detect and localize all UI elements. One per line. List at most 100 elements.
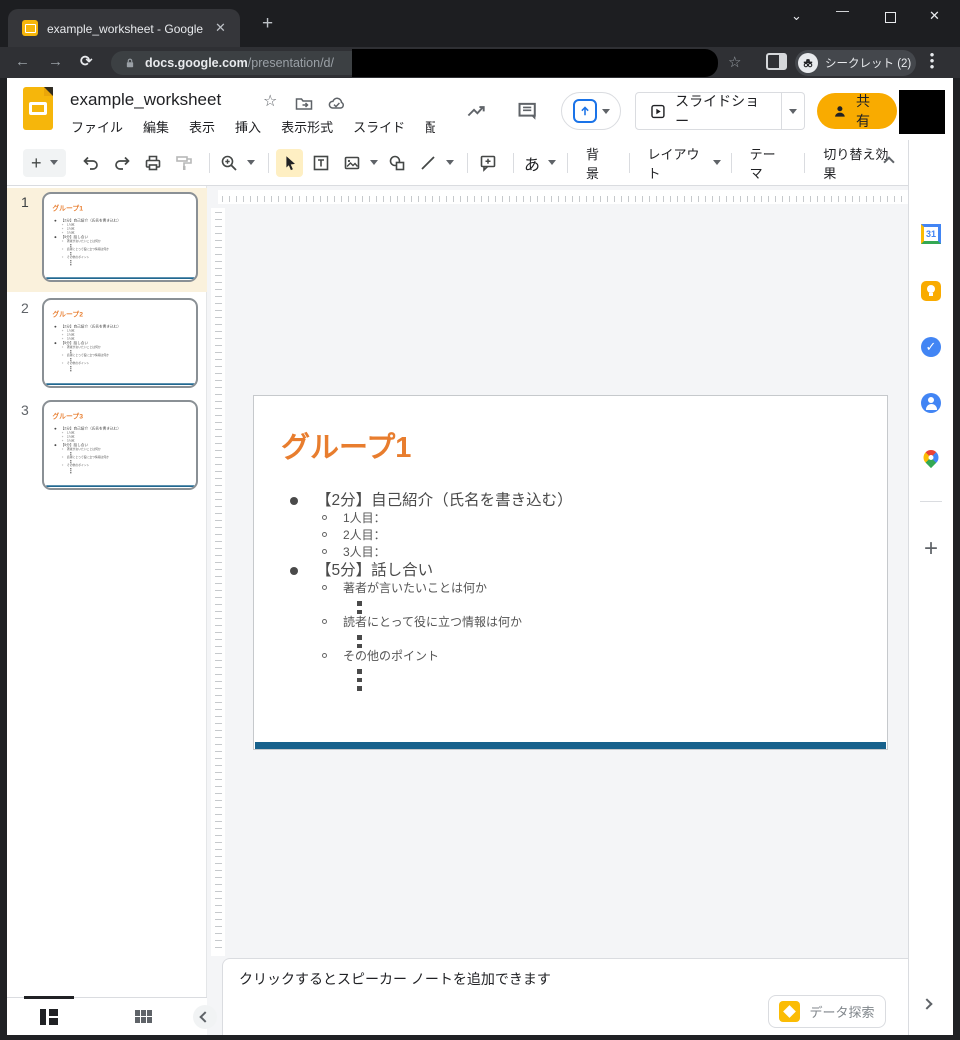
new-slide-caret-icon[interactable] (50, 160, 58, 165)
slide-thumbnail-3[interactable]: 3グループ3【2分】自己紹介（氏名を書き込む）1人目：2人目：3人目：【5分】話… (7, 396, 207, 500)
side-panel-rail: 31 ✓ + (908, 140, 953, 1035)
bookmark-star-icon[interactable]: ☆ (728, 53, 741, 71)
slide-thumbnail-2[interactable]: 2グループ2【2分】自己紹介（氏名を書き込む）1人目：2人目：3人目：【5分】話… (7, 294, 207, 398)
thumbnail-preview[interactable]: グループ2【2分】自己紹介（氏名を書き込む）1人目：2人目：3人目：【5分】話し… (42, 298, 198, 388)
active-view-indicator (24, 996, 74, 999)
incognito-icon (798, 53, 818, 73)
slide-canvas: グループ1 【2分】自己紹介（氏名を書き込む）1人目：2人目：3人目：【5分】話… (207, 186, 908, 1035)
menu-item[interactable]: ファイル (71, 117, 123, 136)
header-actions: スライドショー 共有 (435, 86, 897, 136)
text-format-tool[interactable]: あ (521, 149, 543, 177)
image-caret-icon[interactable] (370, 160, 378, 165)
insert-line-button[interactable] (415, 149, 441, 177)
present-to-meet-button[interactable] (561, 92, 621, 130)
forward-icon[interactable]: → (48, 53, 63, 70)
redo-button[interactable] (109, 149, 135, 177)
tab-search-chevron-icon[interactable]: ⌄ (791, 8, 802, 24)
line-caret-icon[interactable] (446, 160, 454, 165)
slides-app: example_worksheet ☆ ファイル編集表示挿入表示形式スライド配置 (7, 78, 953, 1035)
get-addons-button[interactable]: + (924, 535, 938, 563)
grid-view-icon[interactable] (135, 1010, 152, 1023)
slideshow-button[interactable]: スライドショー (635, 92, 781, 130)
window-minimize-button[interactable]: — (836, 3, 849, 18)
undo-button[interactable] (78, 149, 104, 177)
tasks-icon[interactable]: ✓ (921, 337, 941, 357)
url-host: docs.google.com (145, 56, 248, 70)
present-dropdown-caret-icon[interactable] (602, 109, 610, 114)
plus-icon: + (31, 156, 42, 170)
bullet-item (254, 597, 859, 606)
explore-icon (779, 1001, 800, 1022)
bullet-item: 【2分】自己紹介（氏名を書き込む） (254, 491, 859, 510)
tab-title: example_worksheet - Google スラ (47, 20, 207, 37)
insert-shape-button[interactable] (384, 149, 410, 177)
cloud-saved-icon[interactable] (326, 94, 347, 114)
browser-tab-strip: example_worksheet - Google スラ ✕ + ⌄ — ✕ (0, 0, 960, 47)
window-close-button[interactable]: ✕ (929, 8, 940, 24)
menu-bar: ファイル編集表示挿入表示形式スライド配置 (7, 117, 453, 136)
url-redaction-block (352, 49, 718, 77)
contacts-icon[interactable] (921, 393, 941, 413)
layout-button[interactable]: レイアウト (636, 144, 712, 182)
menu-item[interactable]: 表示形式 (281, 117, 333, 136)
expand-panel-icon[interactable] (921, 998, 932, 1009)
filmstrip-panel: 1グループ1【2分】自己紹介（氏名を書き込む）1人目：2人目：3人目：【5分】話… (7, 186, 207, 997)
reload-icon[interactable]: ⟳ (80, 52, 93, 70)
move-folder-icon[interactable] (294, 94, 314, 114)
layout-caret-icon[interactable] (713, 160, 721, 165)
speaker-notes-placeholder[interactable]: クリックするとスピーカー ノートを追加できます (239, 969, 551, 989)
bullet-item (46, 369, 189, 371)
incognito-label: シークレット (2) (825, 55, 911, 71)
background-button[interactable]: 背景 (575, 144, 622, 182)
activity-trend-icon[interactable] (465, 99, 488, 123)
thumbnail-preview[interactable]: グループ1【2分】自己紹介（氏名を書き込む）1人目：2人目：3人目：【5分】話し… (42, 192, 198, 282)
slideshow-dropdown-button[interactable] (782, 92, 806, 130)
calendar-icon[interactable]: 31 (921, 224, 941, 244)
thumbnail-preview[interactable]: グループ3【2分】自己紹介（氏名を書き込む）1人目：2人目：3人目：【5分】話し… (42, 400, 198, 490)
select-tool-button[interactable] (276, 149, 303, 177)
theme-button[interactable]: テーマ (739, 144, 798, 182)
menu-item[interactable]: 編集 (143, 117, 169, 136)
slide-bullets[interactable]: 【2分】自己紹介（氏名を書き込む）1人目：2人目：3人目：【5分】話し合い著者が… (254, 491, 859, 691)
window-maximize-button[interactable] (885, 12, 896, 23)
slide-accent-bar (255, 742, 886, 749)
zoom-caret-icon[interactable] (247, 160, 255, 165)
keep-icon[interactable] (921, 281, 941, 301)
insert-image-button[interactable] (339, 149, 365, 177)
new-slide-button[interactable]: + (23, 149, 66, 177)
browser-tab[interactable]: example_worksheet - Google スラ ✕ (8, 9, 240, 47)
explore-button[interactable]: データ探索 (768, 995, 886, 1028)
incognito-badge[interactable]: シークレット (2) (795, 50, 916, 76)
bullet-item (254, 606, 859, 615)
text-format-caret-icon[interactable] (548, 160, 556, 165)
filmstrip-view-icon[interactable] (40, 1009, 58, 1025)
menu-item[interactable]: 表示 (189, 117, 215, 136)
collapse-filmstrip-button[interactable] (193, 1005, 217, 1029)
menu-item[interactable]: スライド (353, 117, 405, 136)
star-document-icon[interactable]: ☆ (263, 91, 277, 111)
side-panel-icon[interactable] (766, 53, 787, 70)
share-person-icon (832, 103, 848, 120)
comment-history-icon[interactable] (516, 99, 539, 124)
bullet-item (254, 682, 859, 691)
insert-comment-button[interactable] (475, 149, 501, 177)
share-button[interactable]: 共有 (817, 93, 897, 129)
account-avatar[interactable] (899, 90, 945, 134)
document-title[interactable]: example_worksheet (70, 90, 221, 110)
toolbar: + (7, 140, 908, 186)
print-button[interactable] (140, 149, 166, 177)
maps-icon[interactable] (920, 447, 941, 468)
slide-thumbnail-1[interactable]: 1グループ1【2分】自己紹介（氏名を書き込む）1人目：2人目：3人目：【5分】話… (7, 188, 207, 292)
slide-title[interactable]: グループ1 (281, 424, 411, 466)
new-tab-button[interactable]: + (262, 16, 273, 32)
text-box-button[interactable] (308, 149, 334, 177)
back-icon[interactable]: ← (15, 53, 30, 70)
bullet-item (46, 263, 189, 265)
browser-menu-icon[interactable]: ••• (929, 52, 935, 70)
paint-format-button[interactable] (171, 149, 197, 177)
tab-close-icon[interactable]: ✕ (215, 20, 226, 36)
current-slide[interactable]: グループ1 【2分】自己紹介（氏名を書き込む）1人目：2人目：3人目：【5分】話… (253, 395, 888, 750)
zoom-button[interactable] (216, 149, 242, 177)
vertical-ruler (211, 208, 225, 956)
menu-item[interactable]: 挿入 (235, 117, 261, 136)
